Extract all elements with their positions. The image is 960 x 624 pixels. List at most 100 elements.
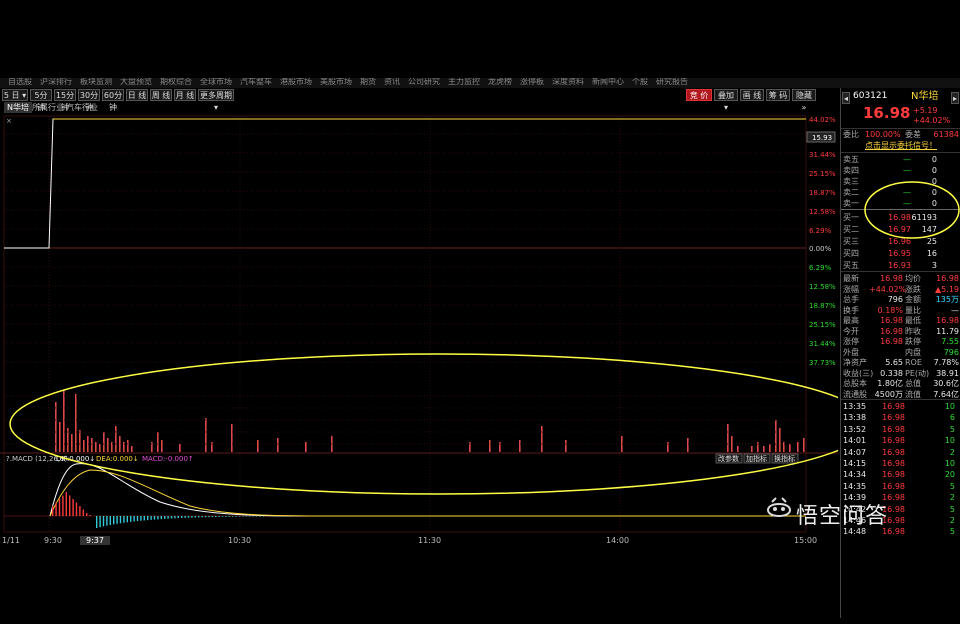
period-button[interactable]: 日 线: [126, 89, 148, 101]
toolbar: 5 日 ▾ 5分钟 15分钟 30分钟 60分钟日 线周 线月 线更多周期 ▾ 竞 价…: [0, 88, 838, 112]
tab-sector[interactable]: 汽车行业: [66, 102, 98, 113]
macd-bar-neg: [221, 516, 224, 517]
signal-banner[interactable]: 点击显示委托信号！: [841, 140, 960, 151]
highlight-ellipse-volume: [9, 353, 838, 495]
menu-item[interactable]: 主力监控: [448, 78, 480, 86]
price-change-pct: +44.02%: [913, 116, 951, 125]
macd-dea: DEA:0.000↓: [96, 455, 139, 463]
macd-bar-neg: [170, 516, 173, 519]
period-button[interactable]: 5分钟: [30, 89, 52, 112]
stock-code: 603121: [853, 91, 888, 101]
macd-bar-neg: [187, 516, 190, 518]
menu-item[interactable]: 新闻中心: [592, 78, 624, 86]
chart-tool-button[interactable]: 竞 价: [686, 89, 712, 101]
macd-bar-neg: [238, 516, 241, 517]
menu-item[interactable]: 研究报告: [656, 78, 688, 86]
macd-bar-neg: [126, 516, 128, 523]
macd-bar-neg: [174, 516, 176, 519]
menu-item[interactable]: 板块监测: [80, 78, 112, 86]
menu-item[interactable]: 公司研究: [408, 78, 440, 86]
trade-row: 13:52 16.98 5: [843, 424, 955, 434]
right-axis-label-up: 25.15%: [809, 170, 836, 178]
current-price: 16.98: [863, 104, 911, 122]
buy-level: 买三 16.96 25: [843, 237, 937, 246]
menu-item[interactable]: 沪深排行: [40, 78, 72, 86]
chart-tool-button[interactable]: 画 线: [740, 89, 764, 101]
menu-item[interactable]: 个股: [632, 78, 648, 86]
trading-app: 5 日 ▾ 5分钟 15分钟 30分钟 60分钟日 线周 线月 线更多周期 ▾ 竞 价…: [0, 88, 960, 618]
macd-bar-neg: [123, 516, 125, 523]
prev-stock-icon[interactable]: ◂: [842, 92, 850, 104]
next-stock-icon[interactable]: ▸: [951, 92, 959, 104]
macd-bar-pos: [65, 492, 67, 516]
macd-bar-neg: [109, 516, 111, 526]
macd-bar-pos: [79, 506, 81, 516]
buy-level: 买一 16.98 61193: [843, 213, 937, 222]
right-axis-label-zero: 0.00%: [809, 245, 832, 253]
period-button[interactable]: 更多周期 ▾: [198, 89, 234, 112]
macd-bar-neg: [242, 516, 244, 517]
bottom-bar: [0, 618, 960, 624]
volume-bar: [63, 390, 65, 452]
menu-item[interactable]: 港股市场: [280, 78, 312, 86]
macd-bar-neg: [191, 516, 193, 518]
macd-bar-neg: [232, 516, 234, 517]
weibi-row: 委比 100.00% 委差 61384: [843, 130, 959, 139]
menu-item[interactable]: 深度资料: [552, 78, 584, 86]
menu-item[interactable]: 期权综合: [160, 78, 192, 86]
right-axis-label-up: 12.58%: [809, 208, 836, 216]
trade-row: 14:07 16.98 2: [843, 447, 955, 457]
period-button[interactable]: 30分钟: [78, 89, 100, 112]
menu-item[interactable]: 涨停板: [520, 78, 544, 86]
price-block: 16.98 +5.19 +44.02%: [841, 106, 960, 128]
macd-bar-neg: [228, 516, 230, 517]
sell-level: 卖五 —0: [843, 155, 937, 164]
macd-bar-neg: [204, 516, 207, 518]
menu-item[interactable]: 资讯: [384, 78, 400, 86]
macd-bar-neg: [255, 516, 258, 517]
period-button[interactable]: 60分钟: [102, 89, 124, 112]
macd-button-label: 改参数: [718, 454, 739, 463]
right-axis-label-down: 37.73%: [809, 359, 836, 367]
time-label-0930: 9:30: [44, 536, 62, 545]
menu-item[interactable]: 汽车整车: [240, 78, 272, 86]
macd-bar-pos: [58, 499, 61, 516]
volume-bar: [91, 438, 93, 452]
macd-bar-pos: [89, 515, 91, 516]
right-axis-label-up: 18.87%: [809, 189, 836, 197]
menu-item[interactable]: 龙虎榜: [488, 78, 512, 86]
sub-tabs: N华培 所属行业 汽车行业: [0, 102, 300, 114]
chart-tool-button[interactable]: 隐藏 »: [792, 89, 816, 112]
tab-stock[interactable]: N华培: [4, 102, 32, 113]
macd-bar-neg: [218, 516, 220, 517]
volume-bar: [103, 432, 105, 452]
menu-item[interactable]: 大盘预览: [120, 78, 152, 86]
macd-bar-neg: [140, 516, 142, 521]
volume-bar: [751, 446, 753, 452]
macd-bar-neg: [252, 516, 254, 517]
volume-bar: [79, 430, 81, 452]
macd-bar-neg: [215, 516, 217, 517]
menu-item[interactable]: 期货: [360, 78, 376, 86]
period-button[interactable]: 月 线: [174, 89, 196, 101]
volume-bar: [803, 438, 805, 452]
letterbox-top: [0, 0, 960, 78]
macd-bar-neg: [184, 516, 186, 518]
trade-row: 14:34 16.98 20: [843, 470, 955, 480]
intraday-chart[interactable]: 44.02% 31.44% 25.15% 18.87% 12.58% 6.29% 0.00%…: [0, 114, 838, 534]
menu-item[interactable]: 全球市场: [200, 78, 232, 86]
quote-panel: ◂ 603121 N华培 ▸ 16.98 +5.19 +44.02% 委比 10…: [840, 88, 960, 618]
menu-item[interactable]: 自选股: [8, 78, 32, 86]
stat-row: 外盘 内盘 796: [843, 347, 959, 357]
tab-industry[interactable]: 所属行业: [32, 102, 64, 113]
time-axis-date: 1/11: [2, 536, 20, 545]
chart-tool-button[interactable]: 筹 码: [766, 89, 790, 101]
menu-item[interactable]: 美股市场: [320, 78, 352, 86]
macd-bar-neg: [116, 516, 118, 524]
macd-bar-neg: [160, 516, 162, 520]
stat-row: 净资产 5.65 ROE 7.78%: [843, 358, 959, 367]
period-select[interactable]: 5 日 ▾: [2, 89, 28, 101]
period-button[interactable]: 15分钟: [54, 89, 76, 112]
chart-tool-button[interactable]: 叠加 ▾: [714, 89, 738, 112]
period-button[interactable]: 周 线: [150, 89, 172, 101]
